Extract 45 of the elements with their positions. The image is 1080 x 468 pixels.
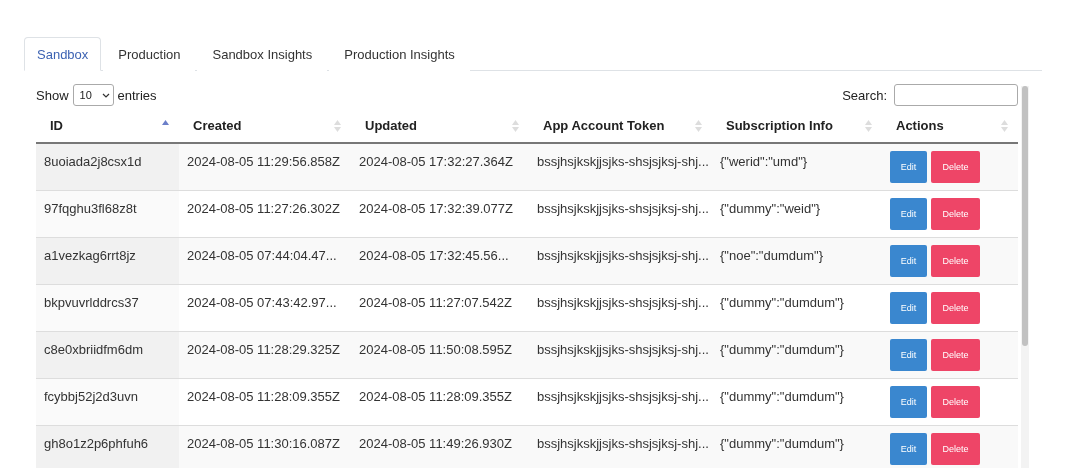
show-label: Show xyxy=(36,87,69,103)
edit-button[interactable]: Edit xyxy=(890,151,927,183)
delete-button[interactable]: Delete xyxy=(931,433,980,465)
edit-button[interactable]: Edit xyxy=(890,245,927,277)
delete-button[interactable]: Delete xyxy=(931,386,980,418)
search-field[interactable] xyxy=(894,84,1018,106)
table-cell: 2024-08-05 11:49:26.930Z xyxy=(351,425,529,468)
edit-button[interactable]: Edit xyxy=(890,386,927,418)
table-cell: {"dummy":"dumdum"} xyxy=(712,425,882,468)
table-cell: 2024-08-05 17:32:27.364Z xyxy=(351,143,529,191)
table-cell: c8e0xbriidfm6dm xyxy=(36,331,179,379)
entries-label: entries xyxy=(117,87,157,103)
table-cell: 2024-08-05 11:29:56.858Z xyxy=(179,143,351,191)
edit-button[interactable]: Edit xyxy=(890,198,927,230)
table-cell: {"dummy":"dumdum"} xyxy=(712,331,882,379)
table-cell: bssjhsjkskjjsjks-shsjsjksj-shj... xyxy=(529,143,712,191)
table-cell: gh8o1z2p6phfuh6 xyxy=(36,425,179,468)
table-cell: 2024-08-05 07:44:04.47... xyxy=(179,237,351,285)
table-cell: bkpvuvrlddrcs37 xyxy=(36,284,179,332)
search-label: Search: xyxy=(842,87,887,103)
table-cell: bssjhsjkskjjsjks-shsjsjksj-shj... xyxy=(529,331,712,379)
entries-select[interactable]: 10 xyxy=(72,84,114,106)
table-cell: 97fqghu3fl68z8t xyxy=(36,190,179,238)
delete-button[interactable]: Delete xyxy=(931,292,980,324)
table-cell: a1vezkag6rrt8jz xyxy=(36,237,179,285)
tab[interactable]: Sandbox xyxy=(24,37,102,71)
table-cell: 2024-08-05 11:50:08.595Z xyxy=(351,331,529,379)
delete-button[interactable]: Delete xyxy=(931,339,980,371)
edit-button[interactable]: Edit xyxy=(890,292,927,324)
delete-button[interactable]: Delete xyxy=(931,245,980,277)
table-cell: bssjhsjkskjjsjks-shsjsjksj-shj... xyxy=(529,425,712,468)
edit-button[interactable]: Edit xyxy=(890,433,927,465)
table-cell: 2024-08-05 11:28:29.325Z xyxy=(179,331,351,379)
chevron-down-icon xyxy=(101,92,110,98)
table-cell: fcybbj52j2d3uvn xyxy=(36,378,179,426)
scrollbar[interactable] xyxy=(1021,86,1029,468)
table-cell: bssjhsjkskjjsjks-shsjsjksj-shj... xyxy=(529,237,712,285)
delete-button[interactable]: Delete xyxy=(931,198,980,230)
table-cell: {"noe":"dumdum"} xyxy=(712,237,882,285)
table-cell: 2024-08-05 11:30:16.087Z xyxy=(179,425,351,468)
table-cell: 2024-08-05 17:32:45.56... xyxy=(351,237,529,285)
edit-button[interactable]: Edit xyxy=(890,339,927,371)
table-cell: {"werid":"umd"} xyxy=(712,143,882,191)
table-cell: 8uoiada2j8csx1d xyxy=(36,143,179,191)
delete-button[interactable]: Delete xyxy=(931,151,980,183)
